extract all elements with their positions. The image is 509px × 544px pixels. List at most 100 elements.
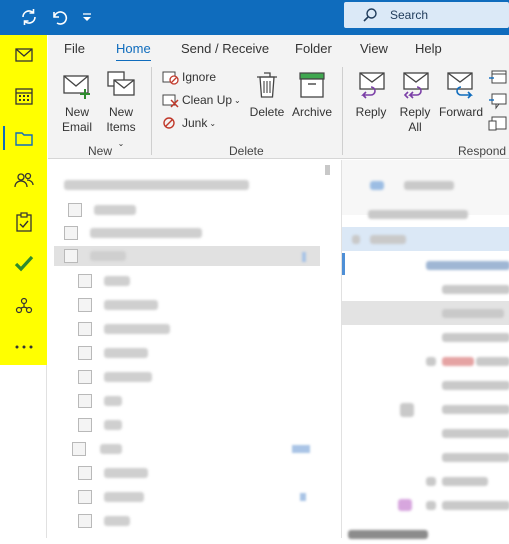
navigation-rail: [0, 35, 47, 365]
folder-item[interactable]: [76, 367, 351, 387]
folder-icon: [64, 226, 78, 240]
search-box[interactable]: Search: [344, 2, 509, 28]
message-row[interactable]: [342, 277, 509, 301]
ribbon: New Email New Items ⌄ New Ignore Clean U…: [48, 61, 509, 159]
sync-icon[interactable]: [18, 6, 40, 28]
nav-tasks[interactable]: [0, 202, 47, 242]
folder-pane-scrollbar[interactable]: [325, 165, 330, 175]
folder-name-blurred: [94, 205, 136, 215]
new-email-label-1: New: [64, 105, 89, 119]
folder-item[interactable]: [76, 343, 351, 363]
folder-icon: [78, 394, 92, 408]
chevron-down-icon: ⌄: [234, 95, 241, 105]
archive-icon: [299, 72, 325, 98]
folder-name-blurred: [104, 300, 158, 310]
folder-item[interactable]: [76, 271, 351, 291]
nav-todo[interactable]: [0, 243, 47, 283]
clean-up-icon: [162, 94, 179, 108]
column-header-blurred[interactable]: [368, 210, 468, 219]
new-items-icon: [107, 71, 135, 96]
message-row[interactable]: [342, 445, 509, 469]
message-row[interactable]: [342, 493, 509, 517]
filter-tab-blurred[interactable]: [370, 181, 384, 190]
folder-name-blurred: [104, 348, 148, 358]
folder-item-selected[interactable]: [54, 246, 320, 266]
tab-home[interactable]: Home: [116, 41, 151, 62]
nav-calendar[interactable]: [0, 76, 47, 116]
undo-icon[interactable]: [47, 6, 69, 28]
message-row[interactable]: [342, 397, 509, 421]
todo-check-icon: [14, 255, 33, 272]
account-row[interactable]: [56, 175, 331, 195]
new-email-icon: [63, 75, 90, 99]
date-group-header[interactable]: [342, 227, 509, 251]
message-row[interactable]: [342, 349, 509, 373]
reply-all-button[interactable]: Reply All: [395, 69, 435, 135]
folder-item[interactable]: [66, 200, 341, 220]
nav-more[interactable]: [0, 327, 47, 367]
folder-icon: [64, 249, 78, 263]
folder-item[interactable]: [62, 223, 337, 243]
group-name-blurred: [370, 235, 406, 244]
folder-item[interactable]: [76, 319, 351, 339]
message-row[interactable]: [342, 421, 509, 445]
folder-icon: [72, 442, 86, 456]
flag-icon: [400, 403, 414, 417]
groups-icon: [15, 297, 32, 314]
new-email-button[interactable]: New Email: [60, 69, 94, 135]
tab-folder[interactable]: Folder: [295, 41, 332, 56]
junk-button[interactable]: Junk ⌄: [162, 113, 216, 133]
message-row-selected[interactable]: [342, 301, 509, 325]
nav-groups[interactable]: [0, 286, 47, 326]
tab-help[interactable]: Help: [415, 41, 442, 56]
im-reply-icon: [489, 93, 507, 110]
respond-more-buttons[interactable]: [488, 69, 509, 141]
folder-icon: [78, 322, 92, 336]
folder-item[interactable]: [70, 439, 320, 459]
tab-view[interactable]: View: [360, 41, 388, 56]
collapse-icon: [352, 235, 360, 244]
nav-folders[interactable]: [0, 118, 47, 158]
folder-item[interactable]: [76, 511, 351, 531]
new-items-label-1: New: [108, 105, 133, 119]
reply-all-icon: [403, 72, 429, 99]
folder-item[interactable]: [76, 487, 316, 507]
delete-button[interactable]: Delete: [248, 69, 286, 120]
nav-mail[interactable]: [0, 35, 47, 75]
tab-file[interactable]: File: [64, 41, 85, 56]
folder-icon: [14, 132, 33, 146]
attachment-icon: [426, 477, 436, 486]
tab-send-receive[interactable]: Send / Receive: [181, 41, 269, 56]
reply-button[interactable]: Reply: [351, 69, 391, 120]
sender-blurred: [442, 381, 509, 390]
message-list: [341, 160, 509, 539]
message-row[interactable]: [342, 469, 509, 493]
clean-up-button[interactable]: Clean Up ⌄: [162, 90, 241, 110]
forward-button[interactable]: Forward: [438, 69, 484, 120]
archive-label: Archive: [291, 105, 332, 119]
sender-blurred: [442, 453, 509, 462]
ignore-button[interactable]: Ignore: [162, 67, 216, 87]
folder-name-blurred: [90, 251, 126, 261]
date-group-header[interactable]: [342, 520, 509, 544]
message-row[interactable]: [342, 373, 509, 397]
nav-people[interactable]: [0, 160, 47, 200]
mail-icon: [14, 48, 33, 62]
message-row[interactable]: [342, 325, 509, 349]
filter-tab-blurred[interactable]: [404, 181, 454, 190]
folder-item[interactable]: [76, 415, 351, 435]
folder-icon: [78, 274, 92, 288]
folder-item[interactable]: [76, 391, 351, 411]
more-icon: [15, 345, 32, 349]
folder-name-blurred: [104, 372, 152, 382]
folder-item[interactable]: [76, 295, 351, 315]
ribbon-tabs: File Home Send / Receive Folder View Hel…: [48, 35, 509, 62]
message-row[interactable]: [342, 253, 509, 277]
customize-quick-access-icon[interactable]: [78, 6, 100, 28]
archive-button[interactable]: Archive: [289, 69, 335, 120]
sender-blurred: [442, 429, 509, 438]
unread-count-blurred: [302, 252, 306, 262]
junk-icon: [163, 116, 175, 129]
folder-item[interactable]: [76, 463, 351, 483]
new-items-button[interactable]: New Items ⌄: [102, 69, 140, 151]
